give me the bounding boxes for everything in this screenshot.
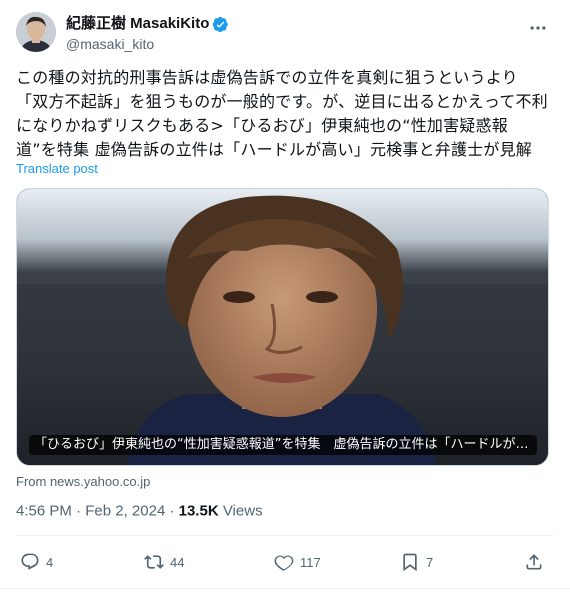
- tweet-header: 紀藤正樹 MasakiKito @masaki_kito: [16, 12, 554, 56]
- bookmark-icon[interactable]: [400, 552, 420, 572]
- author-handle[interactable]: @masaki_kito: [66, 35, 229, 54]
- author-display-name[interactable]: 紀藤正樹 MasakiKito: [66, 14, 209, 34]
- bookmark-button[interactable]: 7: [400, 548, 433, 576]
- repost-icon[interactable]: [144, 552, 164, 572]
- reply-icon[interactable]: [20, 552, 40, 572]
- divider: [16, 535, 554, 536]
- views-count[interactable]: 13.5K: [179, 503, 219, 520]
- share-icon[interactable]: [524, 552, 544, 572]
- reply-count: 4: [46, 554, 54, 570]
- tweet: 紀藤正樹 MasakiKito @masaki_kito この種の対抗的刑事告訴…: [0, 0, 570, 592]
- like-count: 117: [300, 554, 321, 570]
- meta-separator-2: ·: [169, 502, 175, 520]
- action-bar: 4 44 117 7: [16, 548, 554, 576]
- card-title[interactable]: 「ひるおび」伊東純也の“性加害疑惑報道”を特集 虚偽告訴の立件は「ハードルが高い…: [29, 435, 537, 455]
- meta-separator: ·: [76, 502, 82, 520]
- reply-button[interactable]: 4: [20, 548, 53, 576]
- repost-count: 44: [170, 554, 185, 570]
- translate-post-link[interactable]: Translate post: [16, 161, 98, 176]
- tweet-date[interactable]: Feb 2, 2024: [85, 503, 165, 520]
- bottom-divider: [0, 588, 570, 589]
- like-button[interactable]: 117: [274, 548, 321, 576]
- card-source[interactable]: From news.yahoo.co.jp: [16, 474, 150, 489]
- author-names: 紀藤正樹 MasakiKito @masaki_kito: [66, 14, 229, 54]
- bookmark-count: 7: [426, 554, 434, 570]
- more-icon[interactable]: [528, 18, 548, 38]
- like-icon[interactable]: [274, 552, 294, 572]
- tweet-text: この種の対抗的刑事告訴は虚偽告訴での立件を真剣に狙うというより「双方不起訴」を狙…: [16, 68, 548, 159]
- author-display-name-row[interactable]: 紀藤正樹 MasakiKito: [66, 14, 229, 34]
- tweet-meta: 4:56 PM · Feb 2, 2024 · 13.5K Views: [16, 502, 263, 520]
- views-label: Views: [222, 502, 263, 520]
- repost-button[interactable]: 44: [144, 548, 184, 576]
- card-image[interactable]: [17, 189, 549, 466]
- avatar[interactable]: [16, 12, 56, 52]
- tweet-time[interactable]: 4:56 PM: [16, 503, 72, 520]
- verified-badge-icon[interactable]: [212, 16, 229, 33]
- share-button[interactable]: [524, 548, 544, 576]
- link-card[interactable]: 「ひるおび」伊東純也の“性加害疑惑報道”を特集 虚偽告訴の立件は「ハードルが高い…: [16, 188, 549, 466]
